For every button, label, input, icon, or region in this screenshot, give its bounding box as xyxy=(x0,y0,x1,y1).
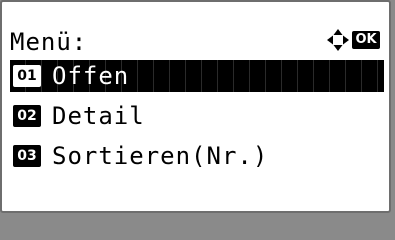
menu-item-number: 01 xyxy=(13,65,41,87)
navigation-hint: OK xyxy=(326,28,380,52)
title-bar: Menü: OK xyxy=(10,24,380,60)
menu-item-number: 02 xyxy=(13,105,41,127)
menu-item-label: Offen xyxy=(52,62,130,90)
menu-item-label: Sortieren(Nr.) xyxy=(52,142,269,170)
menu-item-offen[interactable]: 01 Offen xyxy=(10,60,384,92)
ok-button[interactable]: OK xyxy=(352,31,380,49)
menu-item-sortieren[interactable]: 03 Sortieren(Nr.) xyxy=(10,140,384,172)
four-way-arrow-icon xyxy=(326,28,350,52)
lcd-screen: Menü: OK 01 Offen 02 Detail 03 Sortieren xyxy=(0,0,391,213)
menu-item-number: 03 xyxy=(13,145,41,167)
page-title: Menü: xyxy=(10,28,88,56)
menu-item-detail[interactable]: 02 Detail xyxy=(10,100,384,132)
menu-item-label: Detail xyxy=(52,102,145,130)
menu-list: 01 Offen 02 Detail 03 Sortieren(Nr.) xyxy=(10,60,384,180)
